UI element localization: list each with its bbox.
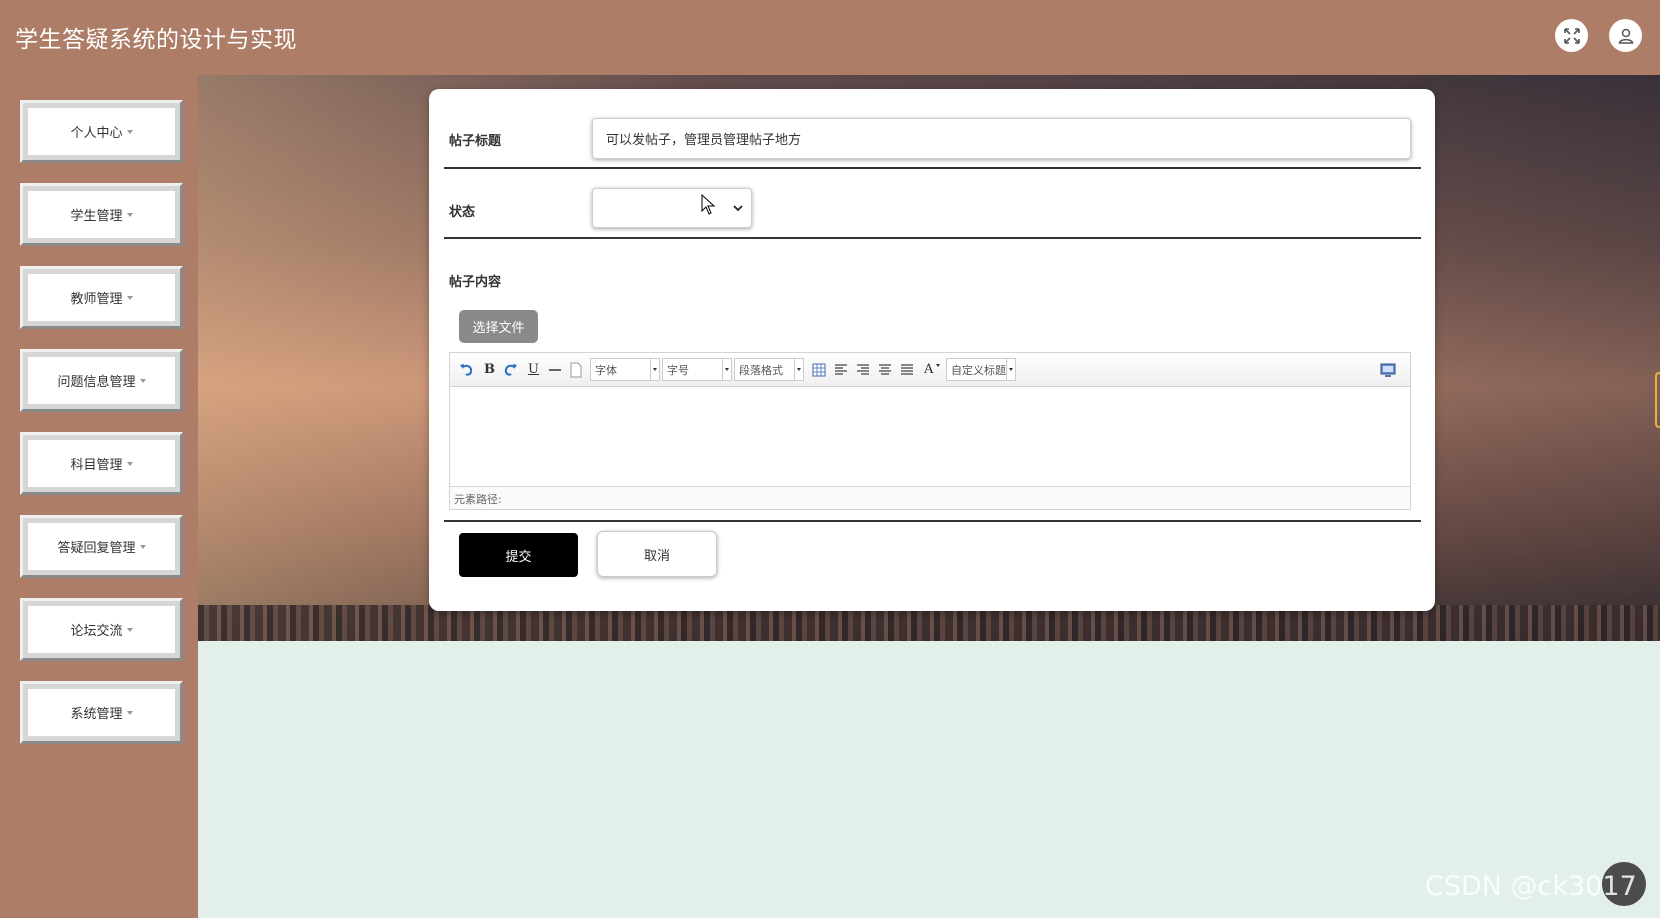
divider xyxy=(444,237,1421,239)
font-color-dropdown-icon[interactable] xyxy=(936,364,940,367)
caret-down-icon xyxy=(126,212,133,217)
paragraph-format-select[interactable]: 段落格式 xyxy=(734,358,804,381)
dropdown-arrow-icon xyxy=(650,359,659,380)
post-form: 帖子标题 状态 帖子内容 选择文件 B U 字体 字号 段落格式 A 自定义标题 xyxy=(429,89,1435,611)
document-icon[interactable] xyxy=(570,362,582,378)
sidebar: 个人中心 学生管理 教师管理 问题信息管理 科目管理 答疑回复管理 论坛交流 系… xyxy=(0,75,198,918)
caret-down-icon xyxy=(126,295,133,300)
watermark: CSDN @ck3017 xyxy=(1425,871,1637,902)
align-justify-icon[interactable] xyxy=(900,362,914,378)
dropdown-arrow-icon xyxy=(794,359,803,380)
sidebar-item-label: 教师管理 xyxy=(70,292,123,307)
dropdown-arrow-icon xyxy=(1006,359,1015,380)
horizontal-rule-icon[interactable] xyxy=(548,362,562,378)
user-icon xyxy=(1618,28,1633,44)
sidebar-item-label: 问题信息管理 xyxy=(57,375,136,390)
table-icon[interactable] xyxy=(812,362,826,378)
caret-down-icon xyxy=(139,544,146,549)
caret-down-icon xyxy=(139,378,146,383)
align-right-icon[interactable] xyxy=(856,362,870,378)
choose-file-button[interactable]: 选择文件 xyxy=(459,310,538,343)
sidebar-item-label: 论坛交流 xyxy=(70,624,123,639)
font-select-label: 字体 xyxy=(595,364,617,377)
top-header: 学生答疑系统的设计与实现 xyxy=(0,0,1660,75)
user-menu-button[interactable] xyxy=(1609,19,1642,52)
submit-button[interactable]: 提交 xyxy=(459,533,578,577)
sidebar-item-system-management[interactable]: 系统管理 xyxy=(20,681,183,744)
caret-down-icon xyxy=(126,627,133,632)
custom-title-select[interactable]: 自定义标题 xyxy=(946,358,1016,381)
title-label: 帖子标题 xyxy=(449,134,502,149)
sidebar-item-forum[interactable]: 论坛交流 xyxy=(20,598,183,661)
divider xyxy=(444,520,1421,522)
sidebar-item-label: 答疑回复管理 xyxy=(57,541,136,556)
status-select[interactable] xyxy=(592,188,752,228)
sidebar-item-student-management[interactable]: 学生管理 xyxy=(20,183,183,246)
sidebar-item-label: 个人中心 xyxy=(70,126,123,141)
size-select-label: 字号 xyxy=(667,364,689,377)
align-center-icon[interactable] xyxy=(878,362,892,378)
sidebar-item-question-management[interactable]: 问题信息管理 xyxy=(20,349,183,412)
sidebar-item-subject-management[interactable]: 科目管理 xyxy=(20,432,183,495)
sidebar-item-reply-management[interactable]: 答疑回复管理 xyxy=(20,515,183,578)
caret-down-icon xyxy=(126,710,133,715)
sidebar-item-label: 学生管理 xyxy=(70,209,123,224)
undo-icon[interactable] xyxy=(459,362,473,378)
mouse-cursor-icon xyxy=(701,194,716,215)
title-input[interactable] xyxy=(592,118,1411,159)
sidebar-item-label: 系统管理 xyxy=(70,707,123,722)
sidebar-item-personal-center[interactable]: 个人中心 xyxy=(20,100,183,163)
chevron-down-icon xyxy=(733,205,743,212)
rich-text-editor: B U 字体 字号 段落格式 A 自定义标题 元素路径: xyxy=(449,352,1411,510)
font-size-select[interactable]: 字号 xyxy=(662,358,732,381)
font-color-icon[interactable]: A xyxy=(924,362,933,378)
editor-content-area[interactable] xyxy=(450,387,1410,486)
dropdown-arrow-icon xyxy=(722,359,731,380)
cancel-button[interactable]: 取消 xyxy=(597,531,717,577)
preview-icon[interactable] xyxy=(1380,362,1396,378)
side-panel-handle[interactable] xyxy=(1655,372,1660,428)
app-title: 学生答疑系统的设计与实现 xyxy=(15,27,297,53)
fullscreen-button[interactable] xyxy=(1555,19,1588,52)
font-family-select[interactable]: 字体 xyxy=(590,358,660,381)
sidebar-item-label: 科目管理 xyxy=(70,458,123,473)
expand-icon xyxy=(1563,27,1580,44)
element-path: 元素路径: xyxy=(450,486,1410,509)
status-label: 状态 xyxy=(449,205,476,220)
bold-icon[interactable]: B xyxy=(484,362,495,378)
sidebar-item-teacher-management[interactable]: 教师管理 xyxy=(20,266,183,329)
caret-down-icon xyxy=(126,461,133,466)
divider xyxy=(444,167,1421,169)
custom-title-label: 自定义标题 xyxy=(951,364,1006,377)
paragraph-select-label: 段落格式 xyxy=(739,364,783,377)
underline-icon[interactable]: U xyxy=(528,362,539,378)
caret-down-icon xyxy=(126,129,133,134)
redo-icon[interactable] xyxy=(504,362,518,378)
content-label: 帖子内容 xyxy=(449,275,502,290)
editor-toolbar: B U 字体 字号 段落格式 A 自定义标题 xyxy=(450,353,1410,387)
align-left-icon[interactable] xyxy=(834,362,848,378)
